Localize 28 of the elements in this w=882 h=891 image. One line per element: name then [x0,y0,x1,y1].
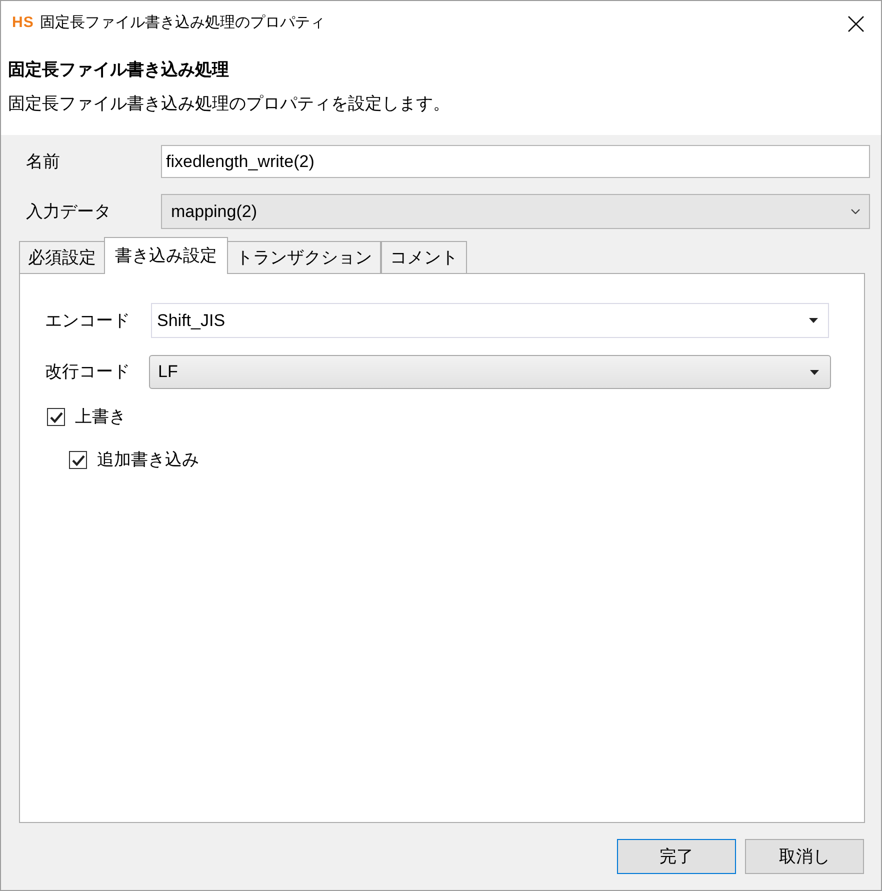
dialog-button[interactable]: 取消し [745,839,864,874]
checkbox[interactable] [69,451,87,469]
dropdown-field[interactable]: mapping(2) [161,194,870,229]
dropdown-field[interactable]: LF [149,355,831,389]
checkbox-label[interactable]: 追加書き込み [97,447,199,473]
tab[interactable]: トランザクション [227,241,381,274]
check-icon [50,412,62,422]
dialog-button[interactable]: 完了 [617,839,736,874]
dropdown-field[interactable]: Shift_JIS [151,303,829,338]
app-logo: HS [12,13,34,34]
field-label: 改行コード [45,361,131,384]
field-label: 入力データ [26,200,112,223]
field-label: 名前 [26,150,61,173]
close-icon[interactable] [848,16,864,32]
caret-down-icon [810,370,819,374]
caret-down-icon [809,318,818,323]
checkbox-label[interactable]: 上書き [75,404,126,430]
checkbox[interactable] [47,408,65,426]
dialog-description: 固定長ファイル書き込み処理のプロパティを設定します。 [8,92,451,114]
tab[interactable]: コメント [381,241,467,274]
window-title: 固定長ファイル書き込み処理のプロパティ [40,13,325,34]
chevron-down-icon [851,209,860,214]
tab[interactable]: 必須設定 [19,241,105,274]
dialog-heading: 固定長ファイル書き込み処理 [8,59,230,81]
field-label: エンコード [45,310,131,332]
text-field[interactable]: fixedlength_write(2) [161,145,870,178]
tab[interactable]: 書き込み設定 [104,237,228,274]
check-icon [72,454,84,466]
